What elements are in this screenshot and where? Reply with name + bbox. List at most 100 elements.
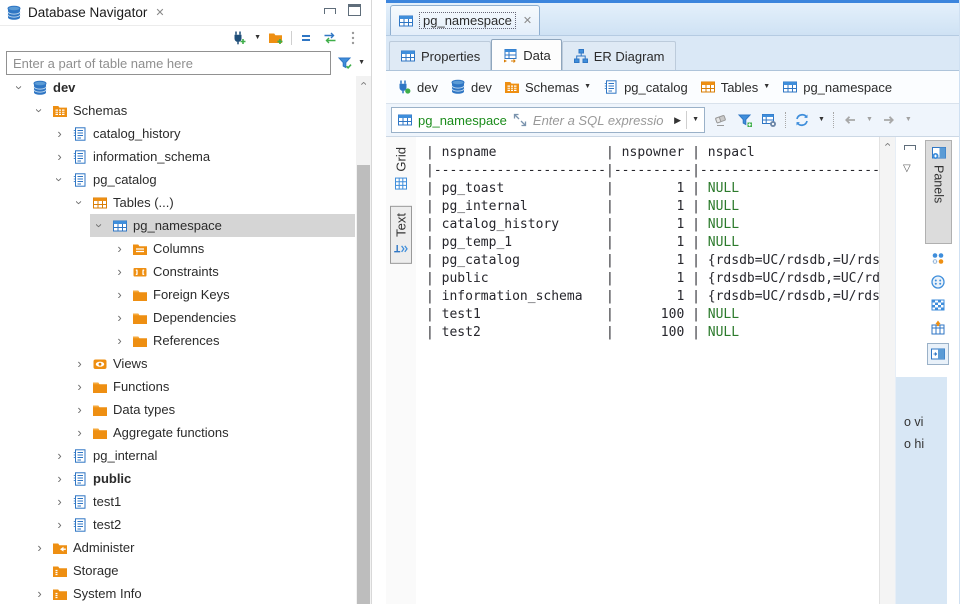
scroll-up-icon[interactable]: › xyxy=(880,137,895,152)
tree-item-system-info[interactable]: ›System Info xyxy=(0,582,355,604)
tree-item-test1[interactable]: ›test1 xyxy=(0,490,355,513)
expand-arrow-icon[interactable]: › xyxy=(52,149,67,164)
grip-icon[interactable] xyxy=(345,30,361,46)
dropdown-icon[interactable]: ▼ xyxy=(254,30,261,46)
metadata-icon[interactable] xyxy=(930,274,946,290)
expand-arrow-icon[interactable]: › xyxy=(112,310,127,325)
save-settings-icon[interactable] xyxy=(761,112,777,128)
collapsed-value-panel[interactable]: o vio hi xyxy=(896,377,947,604)
expand-arrow-icon[interactable]: › xyxy=(52,471,67,486)
tree-item-functions[interactable]: ›Functions xyxy=(0,375,355,398)
folder-plus-icon[interactable] xyxy=(268,30,284,46)
collapse-arrow-icon[interactable]: › xyxy=(92,218,107,233)
tree-item-pg-internal[interactable]: ›pg_internal xyxy=(0,444,355,467)
breadcrumb-schemas[interactable]: Schemas▼ xyxy=(504,79,591,95)
expand-arrow-icon[interactable]: › xyxy=(72,402,87,417)
tree-item-catalog-history[interactable]: ›catalog_history xyxy=(0,122,355,145)
expand-arrow-icon[interactable]: › xyxy=(112,333,127,348)
connect-plus-icon[interactable] xyxy=(231,30,247,46)
expand-arrow-icon[interactable]: › xyxy=(72,379,87,394)
dropdown-icon[interactable]: ▼ xyxy=(358,55,365,71)
tree-item-data-types[interactable]: ›Data types xyxy=(0,398,355,421)
collapse-all-icon[interactable] xyxy=(299,30,315,46)
tree-item-storage[interactable]: Storage xyxy=(0,559,355,582)
grouping-icon[interactable] xyxy=(930,251,946,267)
expand-arrow-icon[interactable]: › xyxy=(72,425,87,440)
filter-funnel-icon[interactable] xyxy=(337,55,353,71)
tab-properties[interactable]: Properties xyxy=(389,41,491,70)
tree-item-public[interactable]: ›public xyxy=(0,467,355,490)
value-icon[interactable] xyxy=(930,346,946,362)
filter-history-dropdown-icon[interactable]: ▼ xyxy=(692,112,699,128)
filter-add-icon[interactable] xyxy=(737,112,753,128)
collapse-arrow-icon[interactable]: › xyxy=(12,80,27,95)
view-tab-text[interactable]: Text xyxy=(390,206,412,264)
view-tab-grid[interactable]: Grid xyxy=(391,141,411,198)
tab-data[interactable]: Data xyxy=(491,39,561,70)
tree-item-tables[interactable]: ›Tables (...) xyxy=(0,191,355,214)
tree-item-pg-namespace[interactable]: ›pg_namespace xyxy=(0,214,355,237)
expand-arrow-icon[interactable]: › xyxy=(112,264,127,279)
expand-arrow-icon[interactable]: › xyxy=(112,287,127,302)
nav-back-icon[interactable] xyxy=(842,112,858,128)
tree-item-test2[interactable]: ›test2 xyxy=(0,513,355,536)
panels-tab[interactable]: Panels xyxy=(925,140,952,244)
expand-arrow-icon[interactable]: › xyxy=(72,356,87,371)
sql-filter-box[interactable]: pg_namespace Enter a SQL expressio ▶ ▼ xyxy=(391,107,705,133)
tree-item-schemas[interactable]: ›Schemas xyxy=(0,99,355,122)
panel-collapse-icon[interactable]: ▽ xyxy=(903,163,911,174)
caret-gray-icon[interactable]: ▼ xyxy=(905,112,912,128)
tree-item-columns[interactable]: ›Columns xyxy=(0,237,355,260)
expand-arrow-icon[interactable]: › xyxy=(32,540,47,555)
dropdown-icon[interactable]: ▼ xyxy=(584,79,591,95)
breadcrumb-pg_namespace[interactable]: pg_namespace xyxy=(782,79,892,95)
minimize-button[interactable] xyxy=(324,8,336,14)
expand-arrow-icon[interactable]: › xyxy=(52,494,67,509)
tree-item-views[interactable]: ›Views xyxy=(0,352,355,375)
tree-item-references[interactable]: ›References xyxy=(0,329,355,352)
breadcrumb-dev[interactable]: dev xyxy=(396,79,438,95)
collapse-arrow-icon[interactable]: › xyxy=(72,195,87,210)
tree-item-pg-catalog[interactable]: ›pg_catalog xyxy=(0,168,355,191)
result-scrollbar[interactable]: › xyxy=(879,137,895,604)
expand-arrow-icon[interactable]: › xyxy=(52,126,67,141)
panel-minimize-icon[interactable] xyxy=(904,145,916,150)
eraser-icon[interactable] xyxy=(713,112,729,128)
maximize-button[interactable] xyxy=(348,4,361,16)
tab-er-diagram[interactable]: ER Diagram xyxy=(562,41,676,70)
tree-item-dev[interactable]: ›dev xyxy=(0,76,355,99)
tree-item-administer[interactable]: ›Administer xyxy=(0,536,355,559)
tree-scrollbar-thumb[interactable] xyxy=(357,165,370,604)
calc-icon[interactable] xyxy=(930,320,946,336)
tree-item-dependencies[interactable]: ›Dependencies xyxy=(0,306,355,329)
collapse-arrow-icon[interactable]: › xyxy=(52,172,67,187)
expand-arrow-icon[interactable]: › xyxy=(52,448,67,463)
expand-arrow-icon[interactable]: › xyxy=(32,586,47,601)
nav-forward-icon[interactable] xyxy=(881,112,897,128)
dropdown-icon[interactable]: ▼ xyxy=(763,79,770,95)
tree-item-information-schema[interactable]: ›information_schema xyxy=(0,145,355,168)
scroll-up-icon[interactable]: › xyxy=(356,76,371,91)
link-editor-icon[interactable] xyxy=(322,30,338,46)
dropdown-icon[interactable]: ▼ xyxy=(818,112,825,128)
expand-arrow-icon[interactable]: › xyxy=(52,517,67,532)
tree-item-constraints[interactable]: ›Constraints xyxy=(0,260,355,283)
caret-gray-icon[interactable]: ▼ xyxy=(866,112,873,128)
refresh-icon[interactable] xyxy=(794,112,810,128)
value-panel-toggle[interactable] xyxy=(927,343,949,365)
sql-expression-input[interactable]: Enter a SQL expressio xyxy=(533,113,669,128)
tree-item-aggregate-functions[interactable]: ›Aggregate functions xyxy=(0,421,355,444)
breadcrumb-dev[interactable]: dev xyxy=(450,79,492,95)
tree-item-foreign-keys[interactable]: ›Foreign Keys xyxy=(0,283,355,306)
navigator-close-icon[interactable]: ✕ xyxy=(155,6,164,19)
breadcrumb-pg_catalog[interactable]: pg_catalog xyxy=(603,79,688,95)
tab-pg-namespace[interactable]: pg_namespace ✕ xyxy=(390,5,540,35)
checker-icon[interactable] xyxy=(930,297,946,313)
table-filter-input[interactable] xyxy=(6,51,331,75)
result-text-view[interactable]: | nspname | nspowner | nspacl|----------… xyxy=(416,137,879,604)
apply-filter-icon[interactable]: ▶ xyxy=(674,115,681,126)
collapse-arrow-icon[interactable]: › xyxy=(32,103,47,118)
tree-scrollbar[interactable]: › xyxy=(356,76,371,604)
expand-arrow-icon[interactable]: › xyxy=(112,241,127,256)
expand-filter-icon[interactable] xyxy=(512,112,528,128)
